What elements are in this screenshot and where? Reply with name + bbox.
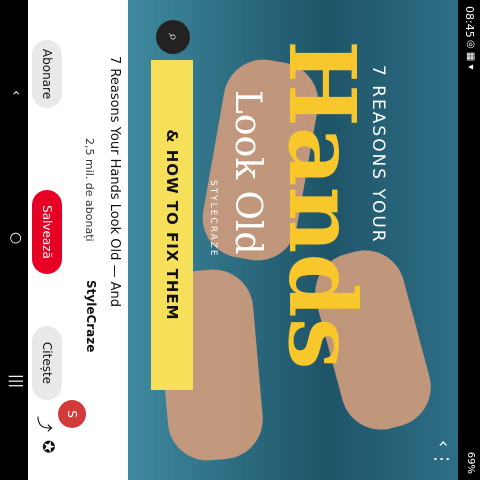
pin-banner: & HOW TO FIX THEM <box>151 60 193 390</box>
back-nav-icon[interactable]: ‹ <box>8 90 24 96</box>
share-icon[interactable]: ⤴ <box>34 416 58 432</box>
system-nav-bar: ‹ ○ ||| <box>0 0 28 480</box>
visit-button[interactable]: Citește <box>32 326 62 400</box>
action-row: Abonare Salvează Citește ⤴ ✪ <box>28 40 62 460</box>
visual-search-icon[interactable]: ⌕ <box>156 20 190 54</box>
status-icons: ◎ ▦ ▾ <box>465 40 476 70</box>
pin-big-title: Hands <box>268 40 376 370</box>
follow-button[interactable]: Abonare <box>32 40 62 108</box>
pin-info-panel: 7 Reasons Your Hands Look Old — And Styl… <box>28 0 128 480</box>
status-bar: 08:45 ◎ ▦ ▾ 69% <box>458 0 480 480</box>
rotated-screen: 08:45 ◎ ▦ ▾ 69% 7 REASONS YOUR Hands Loo… <box>0 0 480 480</box>
save-button[interactable]: Salvează <box>32 190 62 274</box>
pin-brand: STYLECRAZE <box>208 180 218 258</box>
pin-title: 7 Reasons Your Hands Look Old — And <box>107 56 122 308</box>
back-arrow-icon[interactable]: ‹ <box>433 440 454 447</box>
battery-level: 69% <box>465 451 476 474</box>
pin-image[interactable]: 7 REASONS YOUR Hands Look Old STYLECRAZE… <box>128 0 458 480</box>
pin-sub-title: Look Old <box>227 90 268 255</box>
recents-icon[interactable]: ||| <box>8 374 24 388</box>
more-dots-icon[interactable]: ⋮ <box>431 450 452 468</box>
creator-followers: 2,5 mil. de abonați <box>83 138 96 242</box>
creator-avatar[interactable]: S <box>58 400 86 428</box>
status-time: 08:45 <box>463 6 476 38</box>
home-icon[interactable]: ○ <box>8 232 24 244</box>
creator-name[interactable]: StyleCraze <box>84 280 98 352</box>
pinterest-icon[interactable]: ✪ <box>39 440 58 453</box>
